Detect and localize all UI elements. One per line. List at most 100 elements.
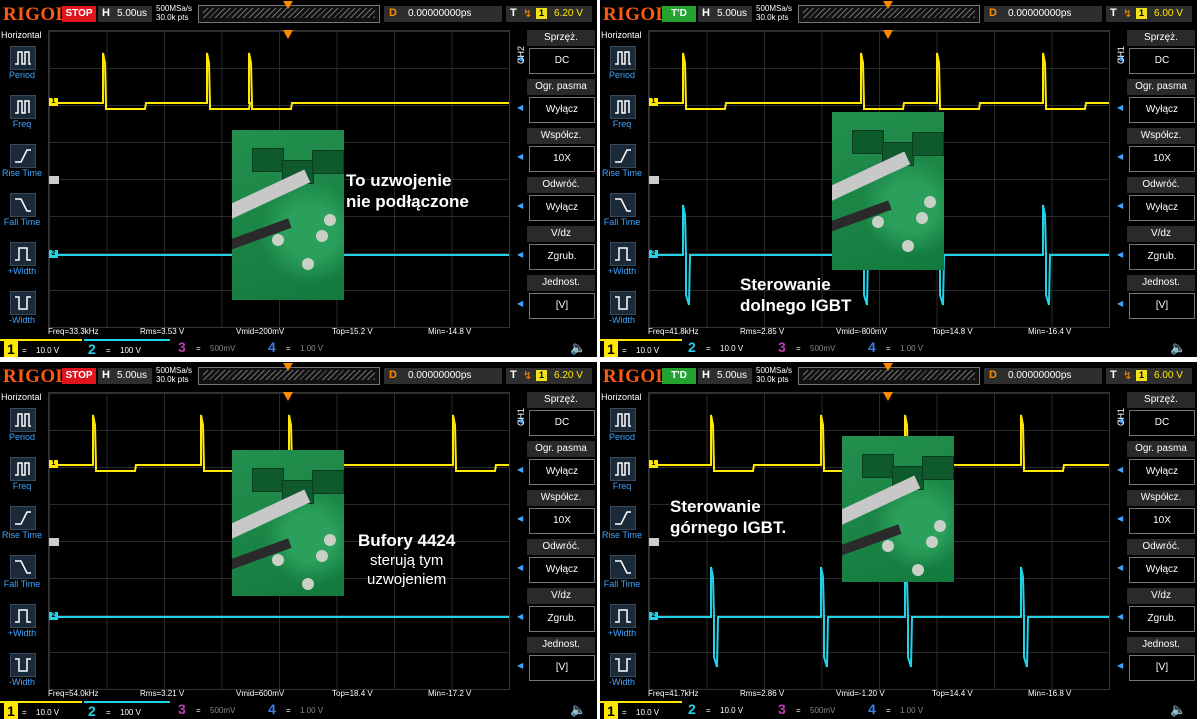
menu-arrow-icon[interactable]: ◀ <box>517 250 523 259</box>
menu-arrow-icon[interactable]: ◀ <box>1117 465 1123 474</box>
channel-menu-item[interactable]: Współcz. 10X ◀ <box>517 490 595 536</box>
channel-menu-item[interactable]: Ogr. pasma Wyłącz ◀ <box>517 441 595 487</box>
trigger-time-marker-icon[interactable] <box>283 392 293 401</box>
trigger-position-marker-icon[interactable] <box>883 1 893 9</box>
channel-menu-value[interactable]: [V] <box>529 293 595 319</box>
freq-icon[interactable] <box>610 95 636 119</box>
channel-menu-value[interactable]: 10X <box>529 146 595 172</box>
speaker-icon[interactable]: 🔈 <box>570 702 586 718</box>
channel-menu-item[interactable]: Sprzęż. DC ◀ <box>517 392 595 438</box>
channel-menu-value[interactable]: Wyłącz <box>529 557 595 583</box>
channel-menu-item[interactable]: Sprzęż. DC ◀ <box>517 30 595 76</box>
ch1-level-marker[interactable]: 1 <box>49 98 58 106</box>
channel-menu-item[interactable]: Jednost. [V] ◀ <box>517 275 595 321</box>
measure-item[interactable]: +Width <box>600 602 644 650</box>
trigger-time-marker-icon[interactable] <box>883 392 893 401</box>
ch1-level-marker[interactable]: 1 <box>649 98 658 106</box>
period-icon[interactable] <box>610 46 636 70</box>
channel-menu-value[interactable]: Zgrub. <box>529 606 595 632</box>
ch2-level-marker[interactable]: 2 <box>49 250 58 258</box>
measure-item[interactable]: Freq <box>600 93 644 141</box>
ch3-scale-cell[interactable]: 3 = 500mV <box>774 339 860 357</box>
measure-item[interactable]: -Width <box>0 289 44 337</box>
period-icon[interactable] <box>10 46 36 70</box>
measure-item[interactable]: -Width <box>0 651 44 699</box>
menu-arrow-icon[interactable]: ◀ <box>1117 661 1123 670</box>
minus-width-icon[interactable] <box>610 291 636 315</box>
channel-menu-value[interactable]: Zgrub. <box>1129 606 1195 632</box>
fall-time-icon[interactable] <box>610 193 636 217</box>
menu-arrow-icon[interactable]: ◀ <box>517 661 523 670</box>
ch1-scale-cell[interactable]: 1 = 10.0 V <box>0 701 82 719</box>
run-status-badge[interactable]: STOP <box>62 6 96 22</box>
menu-arrow-icon[interactable]: ◀ <box>1117 103 1123 112</box>
speaker-icon[interactable]: 🔈 <box>1170 702 1186 718</box>
rise-time-icon[interactable] <box>610 144 636 168</box>
run-status-badge[interactable]: STOP <box>62 368 96 384</box>
minus-width-icon[interactable] <box>10 291 36 315</box>
ch4-scale-cell[interactable]: 4 = 1.00 V <box>264 339 350 357</box>
trigger-position-bar[interactable] <box>198 363 380 385</box>
trigger-box[interactable]: T ↯ 1 6.00 V <box>1106 368 1192 384</box>
period-icon[interactable] <box>610 408 636 432</box>
delay-box[interactable]: D 0.00000000ps <box>384 6 502 22</box>
channel-menu-item[interactable]: V/dz Zgrub. ◀ <box>517 226 595 272</box>
rise-time-icon[interactable] <box>10 144 36 168</box>
trigger-position-bar[interactable] <box>798 363 980 385</box>
trigger-position-marker-icon[interactable] <box>283 1 293 9</box>
channel-menu-value[interactable]: [V] <box>1129 293 1195 319</box>
trigger-box[interactable]: T ↯ 1 6.20 V <box>506 6 592 22</box>
menu-arrow-icon[interactable]: ◀ <box>517 201 523 210</box>
trigger-time-marker-icon[interactable] <box>283 30 293 39</box>
channel-menu-item[interactable]: Sprzęż. DC ◀ <box>1117 30 1195 76</box>
measure-item[interactable]: -Width <box>600 651 644 699</box>
channel-menu-item[interactable]: Współcz. 10X ◀ <box>1117 128 1195 174</box>
ref-level-marker[interactable] <box>649 176 659 184</box>
channel-menu-item[interactable]: V/dz Zgrub. ◀ <box>1117 588 1195 634</box>
channel-menu-value[interactable]: Zgrub. <box>529 244 595 270</box>
menu-arrow-icon[interactable]: ◀ <box>517 514 523 523</box>
channel-menu-value[interactable]: DC <box>1129 48 1195 74</box>
fall-time-icon[interactable] <box>10 193 36 217</box>
channel-menu-item[interactable]: Jednost. [V] ◀ <box>517 637 595 683</box>
plus-width-icon[interactable] <box>10 242 36 266</box>
measure-item[interactable]: Freq <box>0 93 44 141</box>
ch3-scale-cell[interactable]: 3 = 500mV <box>774 701 860 719</box>
timebase-box[interactable]: H 5.00us <box>698 368 752 384</box>
measure-item[interactable]: Period <box>600 44 644 92</box>
channel-menu-value[interactable]: Wyłącz <box>529 195 595 221</box>
ch2-level-marker[interactable]: 2 <box>649 250 658 258</box>
channel-menu-value[interactable]: 10X <box>529 508 595 534</box>
trigger-position-marker-icon[interactable] <box>283 363 293 371</box>
menu-arrow-icon[interactable]: ◀ <box>1117 563 1123 572</box>
measure-item[interactable]: +Width <box>600 240 644 288</box>
freq-icon[interactable] <box>10 95 36 119</box>
menu-arrow-icon[interactable]: ◀ <box>517 152 523 161</box>
minus-width-icon[interactable] <box>610 653 636 677</box>
trigger-position-bar[interactable] <box>798 1 980 23</box>
channel-menu-item[interactable]: Ogr. pasma Wyłącz ◀ <box>1117 79 1195 125</box>
channel-menu-item[interactable]: Jednost. [V] ◀ <box>1117 637 1195 683</box>
menu-arrow-icon[interactable]: ◀ <box>1117 250 1123 259</box>
measure-item[interactable]: Freq <box>600 455 644 503</box>
channel-menu-item[interactable]: V/dz Zgrub. ◀ <box>1117 226 1195 272</box>
trigger-time-marker-icon[interactable] <box>883 30 893 39</box>
menu-arrow-icon[interactable]: ◀ <box>517 103 523 112</box>
measure-item[interactable]: -Width <box>600 289 644 337</box>
measure-item[interactable]: +Width <box>0 240 44 288</box>
ch2-scale-cell[interactable]: 2 = 10.0 V <box>684 339 770 357</box>
menu-arrow-icon[interactable]: ◀ <box>1117 612 1123 621</box>
channel-menu-item[interactable]: Ogr. pasma Wyłącz ◀ <box>1117 441 1195 487</box>
channel-menu-value[interactable]: DC <box>529 48 595 74</box>
measure-item[interactable]: Rise Time <box>0 142 44 190</box>
channel-menu-value[interactable]: Zgrub. <box>1129 244 1195 270</box>
channel-menu-value[interactable]: Wyłącz <box>1129 459 1195 485</box>
timebase-box[interactable]: H 5.00us <box>98 6 152 22</box>
channel-menu-item[interactable]: Odwróć. Wyłącz ◀ <box>517 539 595 585</box>
trigger-box[interactable]: T ↯ 1 6.00 V <box>1106 6 1192 22</box>
channel-menu-item[interactable]: Odwróć. Wyłącz ◀ <box>1117 539 1195 585</box>
delay-box[interactable]: D 0.00000000ps <box>984 6 1102 22</box>
ch1-level-marker[interactable]: 1 <box>49 460 58 468</box>
ref-level-marker[interactable] <box>49 538 59 546</box>
channel-menu-value[interactable]: DC <box>529 410 595 436</box>
